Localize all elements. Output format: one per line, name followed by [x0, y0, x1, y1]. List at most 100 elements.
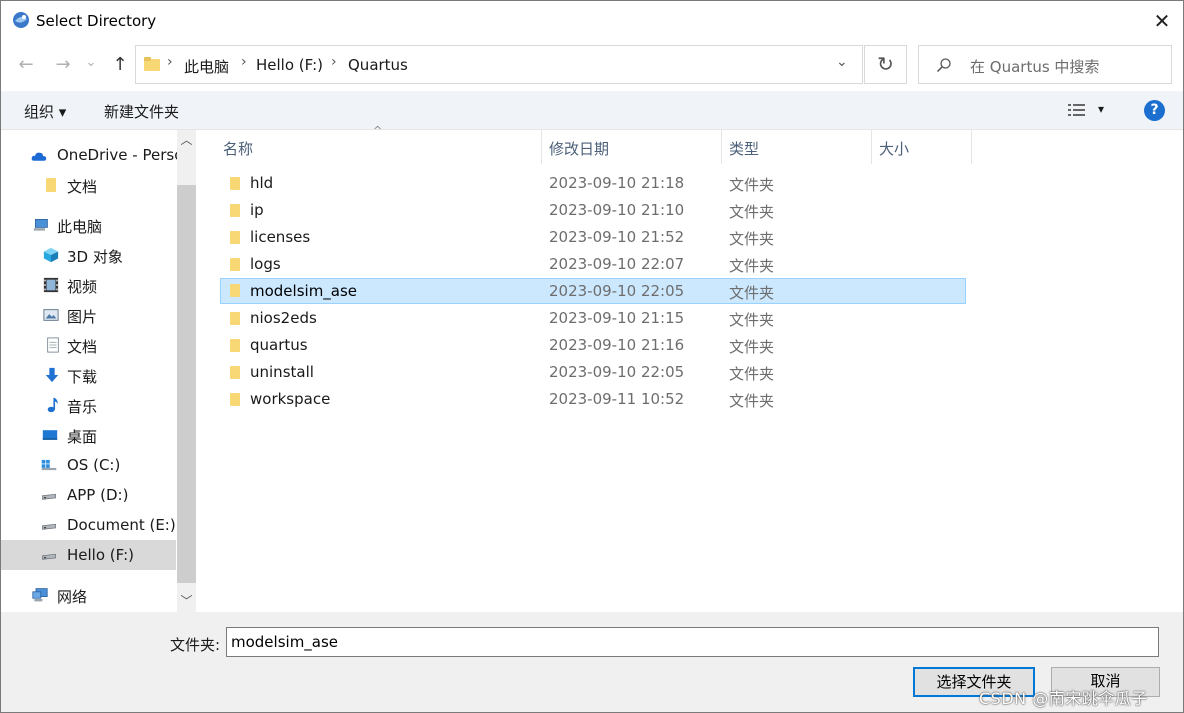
list-item[interactable]: nios2eds 2023-09-10 21:15 文件夹 — [220, 306, 966, 332]
sidebar-scrollbar[interactable]: ︿ ﹀ — [177, 130, 196, 612]
sidebar-item-label: OneDrive - Perso — [57, 146, 184, 164]
sidebar-item-drive-e[interactable]: Document (E:) — [1, 510, 176, 540]
folder-icon — [228, 231, 242, 244]
list-item-selected[interactable]: modelsim_ase 2023-09-10 22:05 文件夹 — [220, 278, 966, 304]
help-icon[interactable]: ? — [1144, 100, 1165, 121]
column-divider[interactable] — [971, 130, 972, 164]
back-arrow-icon[interactable]: ← — [14, 53, 38, 77]
sidebar-item-label: 此电脑 — [57, 218, 103, 236]
new-folder-button[interactable]: 新建文件夹 — [104, 101, 179, 122]
sidebar-item-drive-f[interactable]: Hello (F:) — [1, 540, 176, 570]
close-icon[interactable]: ✕ — [1147, 7, 1177, 35]
breadcrumb-separator[interactable]: › — [167, 54, 173, 70]
item-name: logs — [250, 255, 281, 273]
item-type: 文件夹 — [729, 338, 775, 356]
folder-icon — [228, 177, 242, 190]
breadcrumb-quartus[interactable]: Quartus — [348, 56, 408, 74]
sidebar-item-this-pc[interactable]: 此电脑 — [1, 210, 176, 240]
music-icon — [47, 397, 58, 413]
drive-icon — [42, 553, 56, 560]
breadcrumb-hello-drive[interactable]: Hello (F:) — [256, 56, 323, 74]
sidebar-item-documents-onedrive[interactable]: 文档 — [1, 170, 176, 200]
sidebar-item-onedrive[interactable]: OneDrive - Perso — [1, 140, 183, 170]
refresh-button[interactable]: ↻ — [864, 45, 907, 84]
view-dropdown-icon[interactable]: ▾ — [1098, 102, 1104, 116]
sidebar-item-documents[interactable]: 文档 — [1, 330, 176, 360]
sidebar-item-music[interactable]: 音乐 — [1, 390, 176, 420]
column-header-size[interactable]: 大小 — [879, 138, 909, 159]
sidebar-item-label: 下载 — [67, 368, 98, 386]
forward-arrow-icon[interactable]: → — [51, 53, 75, 77]
list-item[interactable]: workspace 2023-09-11 10:52 文件夹 — [220, 387, 966, 413]
sidebar-item-drive-d[interactable]: APP (D:) — [1, 480, 176, 510]
list-item[interactable]: quartus 2023-09-10 21:16 文件夹 — [220, 333, 966, 359]
item-date: 2023-09-10 21:15 — [549, 309, 685, 327]
item-date: 2023-09-10 22:07 — [549, 255, 685, 273]
recent-locations-icon[interactable]: ⌄ — [83, 51, 99, 75]
column-header-name[interactable]: 名称 — [223, 138, 253, 159]
item-date: 2023-09-10 21:10 — [549, 201, 685, 219]
item-type: 文件夹 — [729, 203, 775, 221]
list-item[interactable]: logs 2023-09-10 22:07 文件夹 — [220, 252, 966, 278]
organize-button[interactable]: 组织 ▾ — [24, 101, 66, 122]
sidebar-item-label: 网络 — [57, 588, 88, 606]
scrollbar-thumb[interactable] — [177, 185, 196, 583]
column-header-type[interactable]: 类型 — [729, 138, 759, 159]
sidebar-item-label: 文档 — [67, 338, 98, 356]
computer-icon — [33, 219, 48, 231]
document-icon — [47, 337, 59, 353]
breadcrumb-separator[interactable]: › — [241, 54, 247, 70]
sidebar-item-drive-c[interactable]: OS (C:) — [1, 450, 176, 480]
column-header-date[interactable]: 修改日期 — [549, 138, 609, 159]
navigation-pane: OneDrive - Perso 文档 此电脑 3D 对象 视频 图片 文档 下… — [1, 130, 196, 612]
breadcrumb-separator[interactable]: › — [331, 54, 337, 70]
item-name: licenses — [250, 228, 311, 246]
windows-drive-icon — [41, 459, 57, 471]
folder-icon — [228, 204, 242, 217]
view-details-icon[interactable] — [1068, 102, 1086, 118]
up-arrow-icon[interactable]: ↑ — [108, 53, 132, 77]
breadcrumb-this-pc[interactable]: 此电脑 — [184, 56, 229, 77]
item-name: modelsim_ase — [250, 282, 358, 300]
sidebar-item-label: OS (C:) — [67, 456, 121, 474]
item-type: 文件夹 — [729, 392, 775, 410]
chevron-down-icon[interactable]: ⌄ — [836, 54, 848, 70]
sidebar-item-label: 图片 — [67, 308, 98, 326]
watermark-text: CSDN @南宋跳伞瓜子 — [979, 689, 1148, 708]
sidebar-item-downloads[interactable]: 下载 — [1, 360, 176, 390]
list-item[interactable]: ip 2023-09-10 21:10 文件夹 — [220, 198, 966, 224]
item-date: 2023-09-10 22:05 — [549, 282, 685, 300]
item-type: 文件夹 — [729, 311, 775, 329]
folder-name-input[interactable] — [226, 627, 1159, 657]
search-placeholder[interactable]: 在 Quartus 中搜索 — [970, 56, 1099, 77]
sidebar-item-network[interactable]: 网络 — [1, 580, 176, 610]
sidebar-item-3d-objects[interactable]: 3D 对象 — [1, 240, 176, 270]
sidebar-item-pictures[interactable]: 图片 — [1, 300, 176, 330]
sidebar-item-videos[interactable]: 视频 — [1, 270, 176, 300]
folder-icon — [44, 177, 60, 193]
folder-icon — [144, 57, 160, 71]
list-item[interactable]: licenses 2023-09-10 21:52 文件夹 — [220, 225, 966, 251]
list-item[interactable]: hld 2023-09-10 21:18 文件夹 — [220, 171, 966, 197]
column-divider[interactable] — [541, 130, 542, 164]
search-icon — [936, 58, 951, 73]
picture-icon — [43, 309, 59, 321]
drive-icon — [42, 523, 56, 530]
column-divider[interactable] — [721, 130, 722, 164]
sidebar-item-label: 文档 — [67, 178, 98, 196]
address-bar[interactable]: › 此电脑 › Hello (F:) › Quartus ⌄ — [135, 45, 863, 84]
scroll-down-icon[interactable]: ﹀ — [177, 591, 196, 611]
column-divider[interactable] — [871, 130, 872, 164]
item-type: 文件夹 — [729, 176, 775, 194]
item-date: 2023-09-10 22:05 — [549, 363, 685, 381]
sidebar-item-desktop[interactable]: 桌面 — [1, 420, 176, 450]
refresh-icon: ↻ — [877, 52, 894, 76]
sidebar-item-label: 视频 — [67, 278, 98, 296]
scroll-up-icon[interactable]: ︿ — [177, 130, 196, 150]
list-item[interactable]: uninstall 2023-09-10 22:05 文件夹 — [220, 360, 966, 386]
sidebar-item-label: 3D 对象 — [67, 248, 123, 266]
folder-icon — [228, 312, 242, 325]
search-box[interactable]: 在 Quartus 中搜索 — [918, 45, 1172, 84]
item-date: 2023-09-11 10:52 — [549, 390, 685, 408]
desktop-icon — [42, 430, 58, 440]
